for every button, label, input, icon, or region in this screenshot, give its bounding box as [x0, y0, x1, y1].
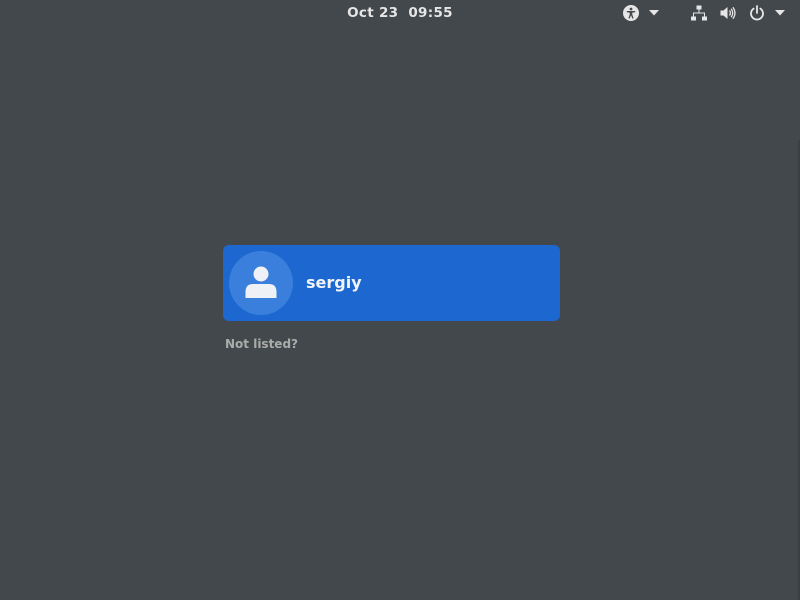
- network-wired-icon: [690, 4, 708, 22]
- chevron-down-icon: [775, 10, 785, 16]
- login-screen: Oct 23 09:55 sergiy Not listed?: [0, 0, 800, 600]
- system-menu-button[interactable]: [690, 4, 785, 22]
- volume-icon: [719, 4, 737, 22]
- not-listed-link[interactable]: Not listed?: [225, 336, 298, 352]
- top-bar: Oct 23 09:55: [0, 0, 800, 26]
- user-avatar-icon: [229, 251, 293, 315]
- username-label: sergiy: [306, 273, 362, 292]
- chevron-down-icon: [649, 10, 659, 16]
- accessibility-icon: [622, 4, 640, 22]
- power-icon: [748, 4, 766, 22]
- accessibility-menu-button[interactable]: [622, 4, 659, 22]
- user-list-item[interactable]: sergiy: [223, 245, 560, 321]
- clock[interactable]: Oct 23 09:55: [340, 4, 460, 22]
- avatar: [229, 251, 293, 315]
